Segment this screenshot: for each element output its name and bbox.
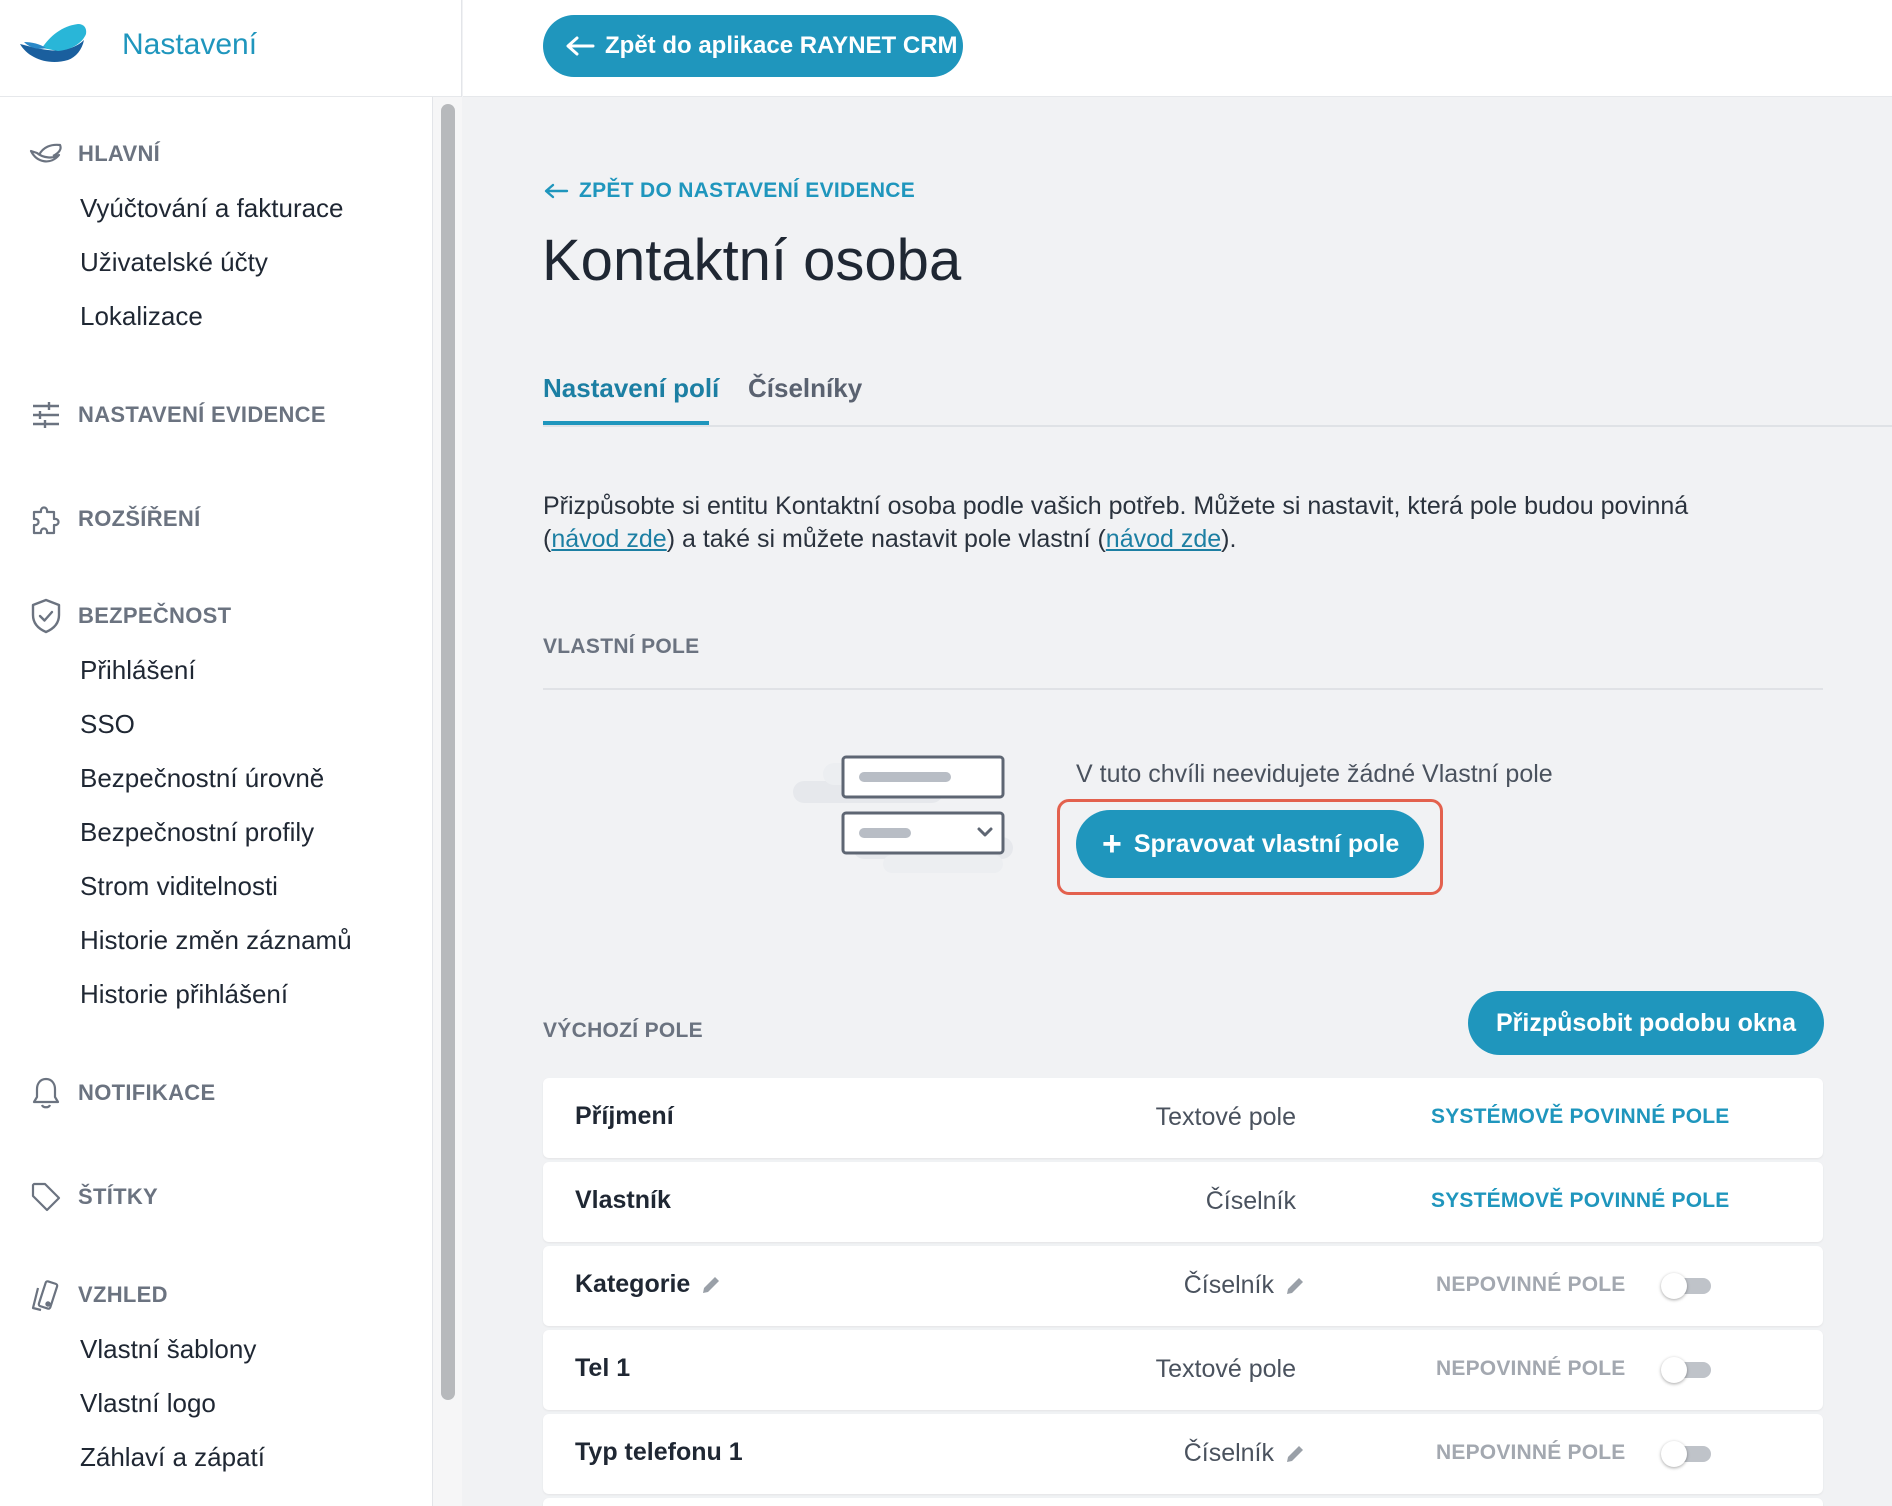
field-name: Tel 1 (575, 1354, 631, 1382)
section-vzhled[interactable]: VZHLED (28, 1277, 168, 1313)
section-stitky[interactable]: ŠTÍTKY (28, 1179, 158, 1215)
description-text: ). (1221, 525, 1237, 553)
shield-check-icon (28, 598, 64, 634)
field-name: Příjmení (575, 1102, 674, 1130)
sidebar-item-vyuctovani[interactable]: Vyúčtování a fakturace (80, 193, 344, 224)
manage-button-label: Spravovat vlastní pole (1133, 829, 1400, 858)
field-type: Číselník (1205, 1187, 1296, 1215)
pencil-icon[interactable] (1284, 1275, 1306, 1297)
arrow-left-icon (566, 36, 595, 56)
pencil-icon[interactable] (1284, 1443, 1306, 1465)
toggle-knob (1661, 1273, 1687, 1299)
field-type: Číselník (1183, 1439, 1274, 1467)
required-toggle[interactable] (1661, 1441, 1713, 1467)
top-bar: Zpět do aplikace RAYNET CRM (463, 0, 1892, 97)
plus-icon: + (1102, 825, 1122, 863)
sidebar-item-vlastni-logo[interactable]: Vlastní logo (80, 1388, 216, 1419)
sidebar-item-bezpecnostni-urovne[interactable]: Bezpečnostní úrovně (80, 763, 324, 794)
sidebar-title: Nastavení (122, 28, 258, 61)
back-to-app-label: Zpět do aplikace RAYNET CRM (605, 32, 958, 59)
field-type-wrap: Číselník (1184, 1271, 1306, 1300)
back-link-label: ZPĚT DO NASTAVENÍ EVIDENCE (579, 179, 916, 202)
field-status: NEPOVINNÉ POLE (1436, 1441, 1626, 1464)
empty-state-text: V tuto chvíli neevidujete žádné Vlastní … (1076, 760, 1553, 788)
field-row-partial (543, 1498, 1823, 1506)
tab-nastaveni-poli[interactable]: Nastavení polí (543, 373, 719, 404)
tab-ciselniky[interactable]: Číselníky (748, 373, 862, 404)
pencil-icon[interactable] (700, 1274, 722, 1296)
toggle-knob (1661, 1357, 1687, 1383)
tag-icon (28, 1179, 64, 1215)
sidebar-item-historie-zmen[interactable]: Historie změn záznamů (80, 925, 352, 956)
field-status: SYSTÉMOVĚ POVINNÉ POLE (1431, 1189, 1730, 1212)
section-label: VZHLED (78, 1282, 168, 1307)
help-link-required[interactable]: návod zde (551, 525, 666, 553)
section-notifikace[interactable]: NOTIFIKACE (28, 1075, 215, 1111)
sidebar-item-strom-viditelnosti[interactable]: Strom viditelnosti (80, 871, 278, 902)
section-bezpecnost[interactable]: BEZPEČNOST (28, 598, 231, 634)
section-label: ROZŠÍŘENÍ (78, 506, 201, 531)
section-nastaveni-evidence[interactable]: NASTAVENÍ EVIDENCE (28, 397, 326, 433)
sidebar-item-historie-prihlaseni[interactable]: Historie přihlášení (80, 979, 288, 1010)
sidebar-scrollbar-thumb[interactable] (441, 104, 455, 1400)
field-name: Vlastník (575, 1186, 671, 1214)
sidebar-item-zahlavi-zapati[interactable]: Záhlaví a zápatí (80, 1442, 265, 1473)
swatches-icon (28, 1277, 64, 1313)
default-fields-heading: VÝCHOZÍ POLE (543, 1019, 703, 1042)
bell-icon (28, 1075, 64, 1111)
section-label: NASTAVENÍ EVIDENCE (78, 402, 326, 427)
manage-custom-fields-button[interactable]: + Spravovat vlastní pole (1076, 810, 1424, 878)
field-status: SYSTÉMOVĚ POVINNÉ POLE (1431, 1105, 1730, 1128)
field-name: Kategorie (575, 1270, 691, 1298)
required-toggle[interactable] (1661, 1273, 1713, 1299)
help-link-custom[interactable]: návod zde (1106, 525, 1221, 553)
sliders-icon (28, 397, 64, 433)
field-row[interactable]: Tel 1 Textové pole NEPOVINNÉ POLE (543, 1330, 1823, 1410)
field-row[interactable]: Typ telefonu 1 Číselník NEPOVINNÉ POLE (543, 1414, 1823, 1494)
required-toggle[interactable] (1661, 1357, 1713, 1383)
section-label: BEZPEČNOST (78, 603, 232, 628)
toggle-knob (1661, 1441, 1687, 1467)
section-rozsireni[interactable]: ROZŠÍŘENÍ (28, 501, 201, 537)
section-label: NOTIFIKACE (78, 1080, 216, 1105)
puzzle-icon (28, 501, 64, 537)
sidebar-item-prihlaseni[interactable]: Přihlášení (80, 655, 196, 686)
field-type: Textové pole (1155, 1103, 1296, 1131)
active-tab-indicator (543, 421, 709, 425)
sidebar: Nastavení HLAVNÍ Vyúčtování a fakturace … (0, 0, 462, 1506)
raynet-outline-icon (28, 136, 64, 172)
field-type: Číselník (1183, 1271, 1274, 1299)
tabs-divider (543, 425, 1892, 427)
field-row[interactable]: Kategorie Číselník NEPOVINNÉ POLE (543, 1246, 1823, 1326)
back-to-evidence-link[interactable]: ZPĚT DO NASTAVENÍ EVIDENCE (543, 179, 915, 203)
page-title: Kontaktní osoba (542, 228, 962, 293)
description: Přizpůsobte si entitu Kontaktní osoba po… (543, 490, 1693, 556)
raynet-logo (20, 24, 87, 63)
sidebar-item-uzivatelske-ucty[interactable]: Uživatelské účty (80, 247, 268, 278)
main-content: ZPĚT DO NASTAVENÍ EVIDENCE Kontaktní oso… (463, 97, 1892, 1506)
field-status: NEPOVINNÉ POLE (1436, 1357, 1626, 1380)
field-name-wrap: Kategorie (575, 1270, 722, 1299)
field-name: Typ telefonu 1 (575, 1438, 743, 1466)
sidebar-item-sso[interactable]: SSO (80, 709, 135, 740)
field-status: NEPOVINNÉ POLE (1436, 1273, 1626, 1296)
back-to-app-button[interactable]: Zpět do aplikace RAYNET CRM (543, 15, 963, 77)
sidebar-item-lokalizace[interactable]: Lokalizace (80, 301, 203, 332)
field-row[interactable]: Vlastník Číselník SYSTÉMOVĚ POVINNÉ POLE (543, 1162, 1823, 1242)
sidebar-item-bezpecnostni-profily[interactable]: Bezpečnostní profily (80, 817, 314, 848)
section-divider (543, 688, 1823, 690)
section-label: HLAVNÍ (78, 141, 161, 166)
field-type: Textové pole (1155, 1355, 1296, 1383)
section-label: ŠTÍTKY (78, 1184, 159, 1209)
section-hlavni[interactable]: HLAVNÍ (28, 136, 160, 172)
sidebar-header: Nastavení (0, 0, 461, 97)
field-type-wrap: Číselník (1184, 1439, 1306, 1468)
custom-fields-heading: VLASTNÍ POLE (543, 635, 700, 658)
customize-window-button[interactable]: Přizpůsobit podobu okna (1468, 991, 1824, 1055)
empty-form-illustration (793, 755, 1013, 873)
description-text: ) a také si můžete nastavit pole vlastní… (666, 525, 1106, 553)
field-row[interactable]: Příjmení Textové pole SYSTÉMOVĚ POVINNÉ … (543, 1078, 1823, 1158)
sidebar-item-vlastni-sablony[interactable]: Vlastní šablony (80, 1334, 256, 1365)
arrow-left-icon (544, 183, 569, 199)
